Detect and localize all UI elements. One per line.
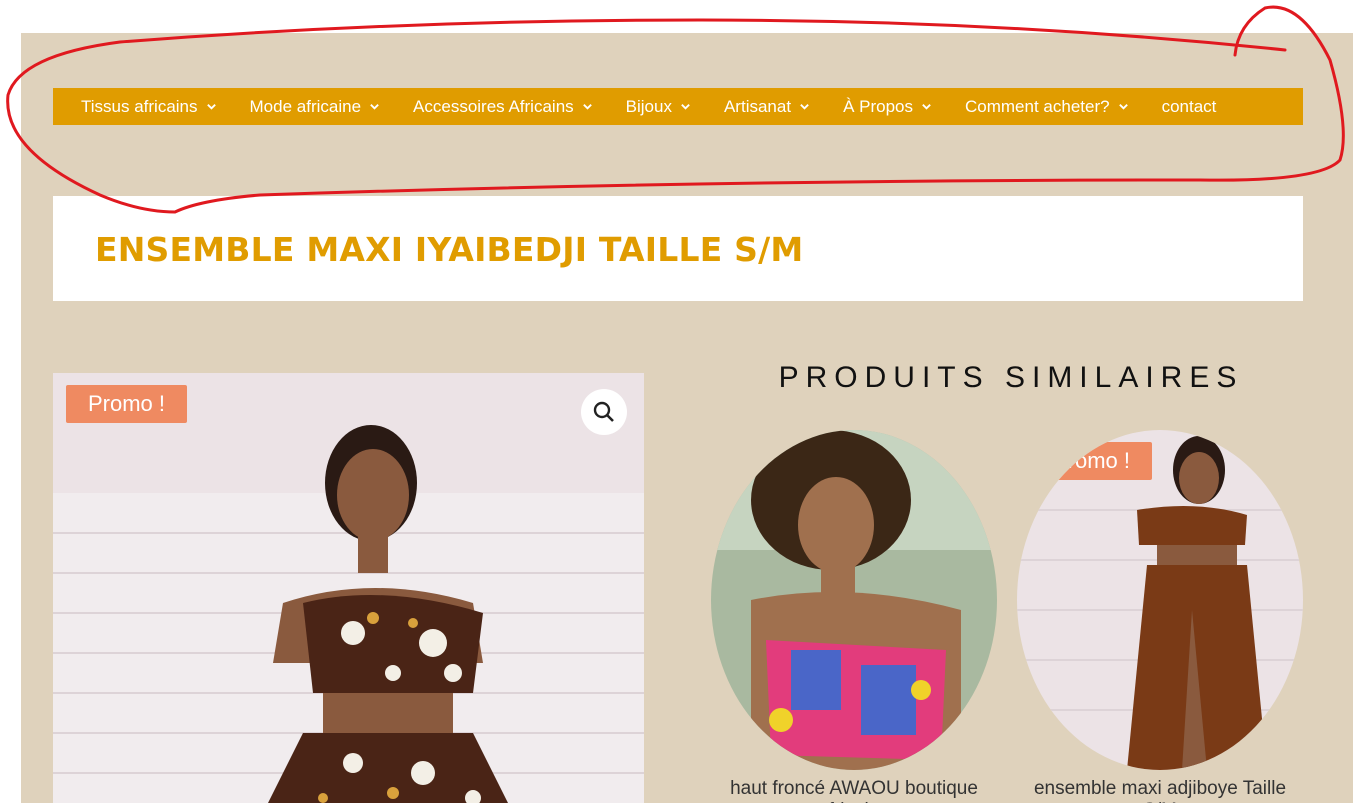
nav-item-mode-africaine[interactable]: Mode africaine [250, 97, 381, 117]
nav-item-tissus-africains[interactable]: Tissus africains [81, 97, 217, 117]
nav-item-label: Mode africaine [249, 96, 362, 116]
related-product-card[interactable]: haut froncé AWAOU boutique africaine [711, 430, 997, 803]
chevron-down-icon [582, 104, 592, 110]
main-nav: Tissus africains Mode africaine Accessoi… [53, 88, 1303, 125]
related-product-photo [1017, 430, 1303, 770]
related-product-name[interactable]: haut froncé AWAOU boutique africaine [711, 778, 997, 803]
nav-item-accessoires-africains[interactable]: Accessoires Africains [413, 97, 593, 117]
nav-item-label: Comment acheter? [965, 96, 1110, 116]
related-product-image[interactable]: Promo ! [1017, 430, 1303, 770]
nav-item-artisanat[interactable]: Artisanat [724, 97, 810, 117]
zoom-button[interactable] [581, 389, 627, 435]
nav-item-bijoux[interactable]: Bijoux [626, 97, 691, 117]
chevron-down-icon [681, 104, 690, 110]
related-product-image[interactable] [711, 430, 997, 770]
nav-item-label: contact [1161, 96, 1217, 116]
related-product-name[interactable]: ensemble maxi adjiboye Taille S/M [1017, 778, 1303, 803]
related-products-heading: PRODUITS SIMILAIRES [778, 361, 1244, 394]
nav-item-label: Bijoux [625, 96, 672, 116]
page-background: Tissus africains Mode africaine Accessoi… [21, 33, 1353, 803]
nav-item-label: Tissus africains [81, 96, 198, 116]
product-photo [53, 373, 644, 803]
nav-item-label: Accessoires Africains [413, 96, 574, 116]
chevron-down-icon [370, 104, 379, 110]
promo-badge: Promo ! [1031, 442, 1153, 480]
chevron-down-icon [1118, 104, 1128, 110]
product-image[interactable]: Promo ! [53, 373, 644, 803]
chevron-down-icon [922, 104, 931, 110]
related-product-card[interactable]: Promo ! ensemble maxi adjiboye Taille S/… [1017, 430, 1303, 803]
chevron-down-icon [800, 104, 809, 110]
magnifier-icon [593, 401, 614, 422]
nav-item-label: À Propos [843, 96, 913, 116]
title-banner: ENSEMBLE MAXI IYAIBEDJI TAILLE S/M [53, 196, 1303, 301]
related-product-photo [711, 430, 997, 770]
promo-badge: Promo ! [66, 385, 188, 423]
nav-item-label: Artisanat [723, 96, 792, 116]
nav-item-comment-acheter[interactable]: Comment acheter? [965, 97, 1129, 117]
product-title: ENSEMBLE MAXI IYAIBEDJI TAILLE S/M [95, 230, 804, 269]
nav-item-contact[interactable]: contact [1162, 97, 1217, 117]
chevron-down-icon [206, 104, 216, 110]
nav-item-a-propos[interactable]: À Propos [843, 97, 932, 117]
